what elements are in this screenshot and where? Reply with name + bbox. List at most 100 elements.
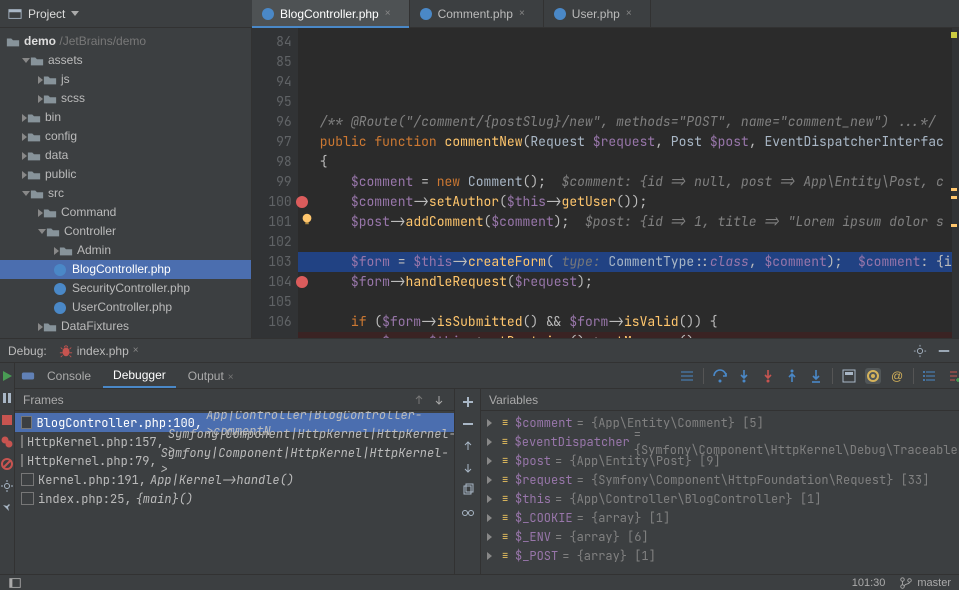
marker[interactable] — [951, 188, 957, 191]
code-line[interactable]: { — [320, 152, 952, 172]
view-breakpoints-icon[interactable] — [0, 435, 14, 449]
glasses-icon[interactable] — [461, 505, 475, 519]
force-step-into-icon[interactable] — [760, 368, 776, 384]
chevron-right-icon[interactable] — [487, 533, 492, 541]
tree-folder[interactable]: public — [0, 165, 251, 184]
tree-folder[interactable]: config — [0, 127, 251, 146]
tree-label: js — [61, 70, 70, 89]
tool-window-icon[interactable] — [8, 576, 22, 590]
close-icon[interactable]: × — [228, 372, 234, 383]
chevron-right-icon[interactable] — [487, 495, 492, 503]
code-line[interactable]: $form->handleRequest($request); — [320, 272, 952, 292]
run-to-cursor-icon[interactable] — [808, 368, 824, 384]
editor[interactable]: 8485949596979899100101102103104105106 /*… — [252, 28, 959, 338]
error-stripe[interactable] — [952, 28, 959, 338]
at-icon[interactable]: @ — [889, 368, 905, 384]
tree-label: BlogController.php — [72, 260, 171, 279]
tree-folder[interactable]: scss — [0, 89, 251, 108]
variable-row[interactable]: ≡ $eventDispatcher = {Symfony\Component\… — [481, 432, 959, 451]
close-icon[interactable]: × — [385, 8, 391, 19]
code-line[interactable]: /** @Route("/comment/{postSlug}/new", me… — [320, 112, 952, 132]
chevron-right-icon[interactable] — [487, 514, 492, 522]
code-line[interactable] — [320, 292, 952, 312]
tree-file[interactable]: UserController.php — [0, 298, 251, 317]
code-line[interactable] — [320, 92, 952, 112]
watch-up-icon[interactable] — [461, 439, 475, 453]
tree-folder[interactable]: data — [0, 146, 251, 165]
settings-icon[interactable] — [0, 479, 14, 493]
variable-name: $_ENV — [515, 529, 551, 545]
intention-bulb-icon[interactable] — [300, 212, 314, 226]
code-line[interactable]: public function commentNew(Request $requ… — [320, 132, 952, 152]
editor-tab[interactable]: Comment.php× — [410, 0, 544, 27]
debug-session-tab[interactable]: index.php × — [59, 344, 139, 358]
step-over-icon[interactable] — [712, 368, 728, 384]
code-line[interactable]: $comment = new Comment(); $comment: {id … — [320, 172, 952, 192]
marker[interactable] — [951, 196, 957, 199]
tree-file[interactable]: BlogController.php — [0, 260, 251, 279]
remove-watch-icon[interactable] — [461, 417, 475, 431]
trace-icon[interactable] — [865, 368, 881, 384]
list-add-icon[interactable] — [946, 368, 959, 384]
chevron-right-icon[interactable] — [487, 552, 492, 560]
code-line[interactable]: $form = $this->createForm( type: Comment… — [298, 252, 952, 272]
arrow-up-icon[interactable] — [412, 393, 426, 407]
tree-root[interactable]: demo /JetBrains/demo — [0, 32, 251, 51]
code-line[interactable]: if ($form->isSubmitted() && $form->isVal… — [320, 312, 952, 332]
chevron-right-icon[interactable] — [487, 438, 492, 446]
list-icon[interactable] — [922, 368, 938, 384]
copy-icon[interactable] — [461, 483, 475, 497]
marker[interactable] — [951, 224, 957, 227]
tree-folder[interactable]: bin — [0, 108, 251, 127]
tree-folder[interactable]: assets — [0, 51, 251, 70]
resume-icon[interactable] — [0, 369, 14, 383]
pin-icon[interactable] — [0, 501, 14, 515]
mute-breakpoints-icon[interactable] — [0, 457, 14, 471]
tree-folder[interactable]: js — [0, 70, 251, 89]
frame-row[interactable]: index.php:25, {main}() — [15, 489, 454, 508]
pause-icon[interactable] — [0, 391, 14, 405]
gear-icon[interactable] — [913, 344, 927, 358]
code-line[interactable]: $post->addComment($comment); $post: {id … — [320, 212, 952, 232]
project-tree[interactable]: demo /JetBrains/demo assets js scss bin … — [0, 28, 252, 338]
step-into-icon[interactable] — [736, 368, 752, 384]
evaluate-icon[interactable] — [841, 368, 857, 384]
frame-row[interactable]: HttpKernel.php:79, Symfony|Component|Htt… — [15, 451, 454, 470]
chevron-right-icon[interactable] — [487, 419, 492, 427]
stop-icon[interactable] — [0, 413, 14, 427]
watch-down-icon[interactable] — [461, 461, 475, 475]
chevron-right-icon[interactable] — [487, 457, 492, 465]
editor-code[interactable]: /** @Route("/comment/{postSlug}/new", me… — [298, 28, 952, 338]
variable-row[interactable]: ≡ $this = {App\Controller\BlogController… — [481, 489, 959, 508]
warning-marker[interactable] — [951, 32, 957, 38]
tab-output[interactable]: Output× — [178, 365, 244, 387]
step-out-icon[interactable] — [784, 368, 800, 384]
code-line[interactable]: $comment->setAuthor($this->getUser()); — [320, 192, 952, 212]
tree-folder[interactable]: src — [0, 184, 251, 203]
variable-row[interactable]: ≡ $_ENV = {array} [6] — [481, 527, 959, 546]
tree-file[interactable]: SecurityController.php — [0, 279, 251, 298]
variable-row[interactable]: ≡ $request = {Symfony\Component\HttpFoun… — [481, 470, 959, 489]
tree-folder[interactable]: Admin — [0, 241, 251, 260]
tree-folder[interactable]: Command — [0, 203, 251, 222]
tree-folder[interactable]: Controller — [0, 222, 251, 241]
variable-name: $request — [515, 472, 573, 488]
minimize-icon[interactable] — [937, 344, 951, 358]
project-dropdown[interactable]: Project — [8, 7, 79, 21]
code-line[interactable] — [320, 232, 952, 252]
git-branch[interactable]: master — [899, 576, 951, 590]
variable-row[interactable]: ≡ $_COOKIE = {array} [1] — [481, 508, 959, 527]
tab-console[interactable]: Console — [37, 365, 101, 387]
close-icon[interactable]: × — [519, 8, 525, 19]
add-watch-icon[interactable] — [461, 395, 475, 409]
tree-folder[interactable]: DataFixtures — [0, 317, 251, 336]
editor-tab[interactable]: BlogController.php× — [252, 0, 410, 27]
variable-row[interactable]: ≡ $_POST = {array} [1] — [481, 546, 959, 565]
tab-debugger[interactable]: Debugger — [103, 364, 176, 388]
arrow-down-icon[interactable] — [432, 393, 446, 407]
editor-tab[interactable]: User.php× — [544, 0, 651, 27]
close-icon[interactable]: × — [626, 8, 632, 19]
chevron-right-icon[interactable] — [487, 476, 492, 484]
show-exec-point-icon[interactable] — [679, 368, 695, 384]
close-icon[interactable]: × — [133, 345, 139, 356]
